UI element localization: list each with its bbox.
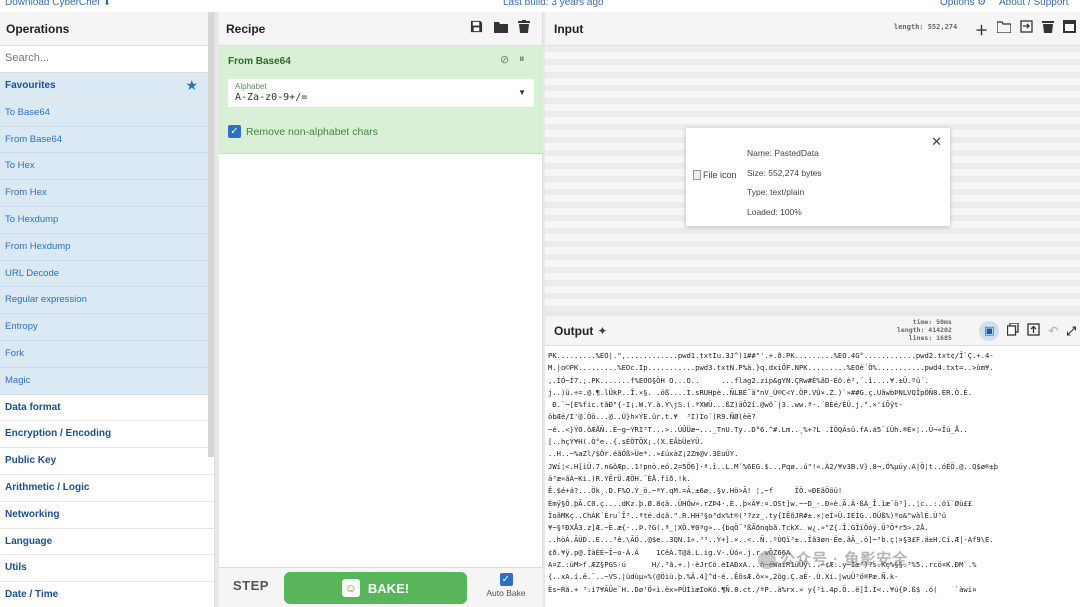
category-label: Favourites [5, 80, 56, 91]
operation-title: From Base64 [228, 56, 291, 67]
close-icon[interactable]: ✕ [931, 134, 942, 150]
trash-icon[interactable] [518, 20, 532, 34]
operations-title: Operations [0, 12, 214, 46]
output-length: length: 414202 [897, 326, 952, 334]
file-details-card: File icon Name: PastedData Size: 552,274… [686, 128, 950, 226]
save-icon[interactable]: ▣ [979, 321, 1000, 341]
replace-input-icon[interactable] [1027, 323, 1040, 339]
folder-icon[interactable] [996, 20, 1012, 39]
file-type: Type: text/plain [747, 187, 805, 197]
recipe-panel: Recipe From Base64 ⊘ ⏸ Alphabet A-Za-z0-… [219, 12, 543, 607]
category-item[interactable]: Data format [0, 394, 214, 422]
category-item[interactable]: Encryption / Encoding [0, 421, 214, 449]
operation-item[interactable]: Magic [0, 367, 214, 395]
recipe-title: Recipe [226, 22, 266, 36]
auto-bake-toggle[interactable]: ✓ Auto Bake [481, 573, 531, 598]
recipe-operation-from-base64[interactable]: From Base64 ⊘ ⏸ Alphabet A-Za-z0-9+/= ▼ … [219, 46, 543, 154]
checkbox-checked-icon[interactable]: ✓ [228, 125, 241, 138]
copy-icon[interactable] [1007, 322, 1019, 339]
operations-search [0, 46, 214, 73]
watermark: 公众号 · 鱼影安全 [758, 548, 908, 570]
layout-icon[interactable] [1063, 20, 1076, 39]
pause-icon[interactable]: ⏸ [519, 53, 525, 66]
operations-panel: Operations Favourites ★ To Base64From Ba… [0, 12, 215, 607]
alphabet-select[interactable]: Alphabet A-Za-z0-9+/= ▼ [228, 79, 534, 107]
auto-bake-label: Auto Bake [486, 588, 526, 598]
input-header: Input length: 552,274 ＋ [545, 12, 1080, 46]
maximise-icon[interactable]: ⤢ [1066, 324, 1076, 339]
file-loaded: Loaded: 100% [747, 206, 802, 217]
output-stats: time: 50ms length: 414202 lines: 1685 [897, 318, 952, 342]
magic-wand-icon[interactable]: ✦ [597, 324, 607, 338]
options-label: Options [940, 0, 975, 8]
wechat-icon [758, 551, 776, 570]
operation-item[interactable]: To Hexdump [0, 206, 214, 234]
operations-scrollbar[interactable] [208, 12, 214, 457]
gear-icon: ⚙ [977, 0, 987, 8]
recipe-header: Recipe [219, 12, 542, 46]
top-bar: Download CyberChef ⬇ Last build: 3 years … [0, 0, 1080, 12]
bake-bar: STEP ☺ BAKE! ✓ Auto Bake [219, 567, 543, 607]
category-item[interactable]: Language [0, 528, 214, 556]
star-icon: ★ [185, 77, 198, 93]
chef-icon: ☺ [341, 579, 360, 597]
input-title: Input [554, 22, 584, 36]
category-item[interactable]: Date / Time [0, 582, 214, 607]
checkbox-checked-icon[interactable]: ✓ [499, 573, 513, 586]
remove-nonalpha-label: Remove non-alphabet chars [246, 125, 378, 138]
folder-icon[interactable] [494, 20, 508, 34]
operation-item[interactable]: To Hex [0, 153, 214, 181]
plus-icon[interactable]: ＋ [975, 20, 988, 39]
search-input[interactable] [5, 52, 185, 64]
file-icon-alt: File icon [703, 170, 737, 180]
category-item[interactable]: Utils [0, 555, 214, 583]
file-name: Name: PastedData [747, 148, 819, 158]
file-info: Name: PastedData Size: 552,274 bytes Typ… [747, 144, 822, 222]
download-label: Download CyberChef [5, 0, 101, 8]
chevron-down-icon: ▼ [518, 88, 526, 97]
operation-item[interactable]: From Base64 [0, 126, 214, 154]
last-build: Last build: 3 years ago [503, 0, 604, 8]
favourites-list: To Base64 From Base64 To Hex From Hex To Hex… [0, 99, 214, 395]
undo-icon[interactable]: ↶ [1048, 324, 1058, 338]
download-link[interactable]: Download CyberChef ⬇ [5, 0, 111, 8]
save-icon[interactable] [470, 20, 484, 34]
output-lines: lines: 1685 [908, 334, 952, 342]
category-item[interactable]: Public Key [0, 448, 214, 475]
operation-item[interactable]: Regular expression [0, 287, 214, 315]
output-header: Output ✦ time: 50ms length: 414202 lines:… [545, 316, 1080, 346]
bake-label: BAKE! [367, 580, 410, 596]
open-file-icon[interactable] [1020, 20, 1033, 39]
alphabet-label: Alphabet [235, 82, 267, 91]
category-item[interactable]: Networking [0, 501, 214, 529]
operation-item[interactable]: URL Decode [0, 260, 214, 288]
step-button[interactable]: STEP [233, 578, 269, 593]
disable-icon[interactable]: ⊘ [500, 53, 509, 66]
trash-icon[interactable] [1042, 20, 1054, 39]
download-icon: ⬇ [103, 0, 111, 7]
operation-item[interactable]: Entropy [0, 314, 214, 341]
file-icon: File icon [693, 170, 737, 180]
output-title: Output [554, 324, 594, 338]
input-length: length: 552,274 [894, 23, 958, 31]
output-time: time: 50ms [912, 318, 952, 326]
operation-item[interactable]: To Base64 [0, 99, 214, 127]
bake-button[interactable]: ☺ BAKE! [284, 572, 467, 604]
alphabet-value: A-Za-z0-9+/= [235, 92, 308, 103]
operation-item[interactable]: Fork [0, 340, 214, 368]
operation-item[interactable]: From Hex [0, 180, 214, 207]
options-link[interactable]: Options ⚙ [940, 0, 986, 8]
category-favourites[interactable]: Favourites ★ [0, 73, 214, 100]
operation-item[interactable]: From Hexdump [0, 233, 214, 261]
category-item[interactable]: Arithmetic / Logic [0, 474, 214, 502]
about-link[interactable]: About / Support [999, 0, 1069, 8]
remove-nonalpha-option[interactable]: ✓ Remove non-alphabet chars [228, 125, 378, 138]
file-size: Size: 552,274 bytes [747, 167, 822, 178]
category-list: Data format Encryption / Encoding Public K… [0, 394, 214, 607]
